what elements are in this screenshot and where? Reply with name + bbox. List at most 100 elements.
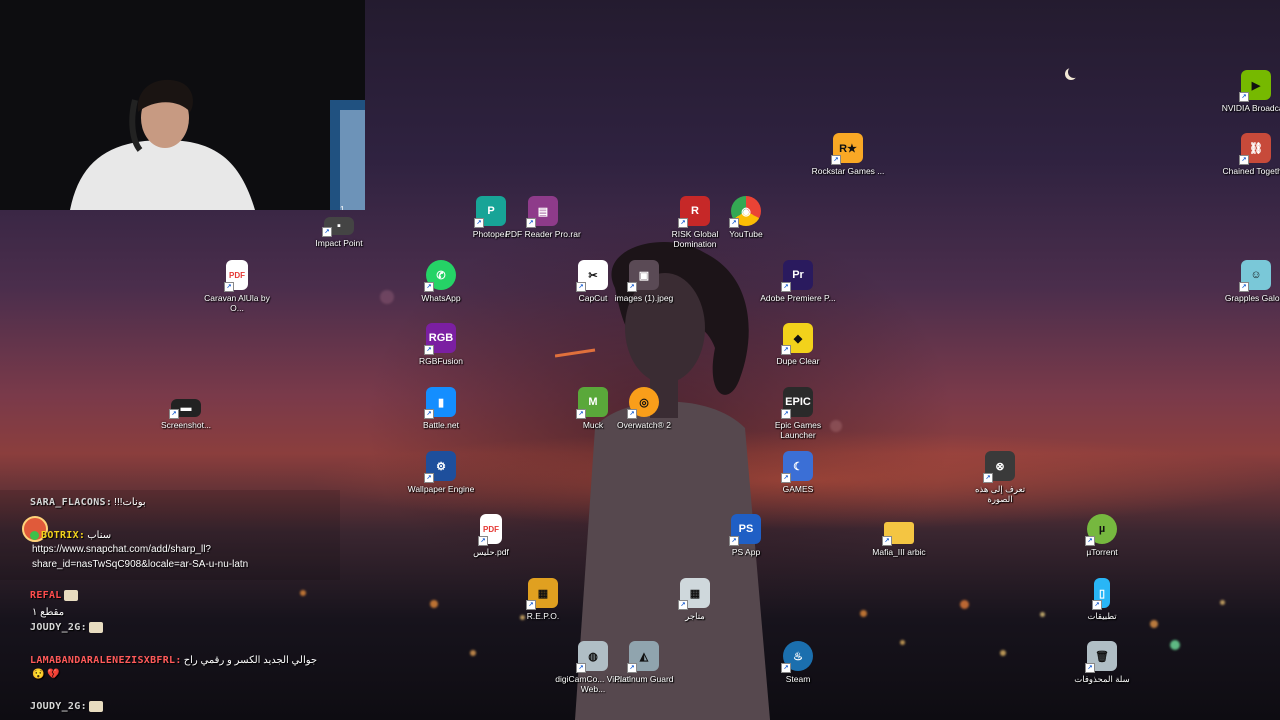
desktop-shortcut[interactable]: ⚙ ↗ Wallpaper Engine: [403, 451, 479, 494]
battlenet-icon: ▮ ↗: [424, 387, 456, 419]
desktop-shortcut[interactable]: R★ ↗ Rockstar Games ...: [810, 133, 886, 176]
shortcut-arrow-icon: ↗: [224, 282, 234, 292]
chat-message: BOTRIX: سناب: [30, 529, 111, 542]
learn-about-picture-icon: ⊗ ↗: [983, 451, 1015, 483]
desktop-shortcut[interactable]: ▣ ↗ images (1).jpeg: [606, 260, 682, 303]
chat-message: JOUDY_2G:: [30, 700, 103, 713]
chat-username[interactable]: REFAL: [30, 590, 62, 601]
chat-text: https://www.snapchat.com/add/sharp_ll?: [32, 544, 211, 555]
shortcut-arrow-icon: ↗: [576, 663, 586, 673]
shortcut-arrow-icon: ↗: [1085, 663, 1095, 673]
desktop-shortcut-label: Wallpaper Engine: [407, 484, 475, 494]
desktop[interactable]: ▶↗NVIDIA Broadcast ⛓↗Chained Together ☺↗Gr…: [0, 0, 1280, 720]
dupe-clear-icon: ◆ ↗: [781, 323, 813, 355]
desktop-shortcut[interactable]: µ ↗ µTorrent: [1064, 514, 1140, 557]
recycle-bin-icon: 🗑 ↗: [1085, 641, 1117, 673]
bokeh-light: [960, 600, 969, 609]
desktop-shortcut[interactable]: ✆ ↗ WhatsApp: [403, 260, 479, 303]
desktop-shortcut[interactable]: PDF ↗ حليس.pdf: [453, 514, 529, 557]
desktop-shortcut[interactable]: ▦ ↗ متاجر: [657, 578, 733, 621]
bokeh-light: [1170, 640, 1180, 650]
chat-username[interactable]: LAMABANDARALENEZISXBFRL:: [30, 655, 182, 666]
shortcut-arrow-icon: ↗: [831, 155, 841, 165]
desktop-shortcut-label: Caravan AlUla by O...: [204, 293, 270, 313]
desktop-shortcut-label: Screenshot...: [160, 420, 212, 430]
shortcut-arrow-icon: ↗: [983, 473, 993, 483]
desktop-shortcut[interactable]: ▤ ↗ PDF Reader Pro.rar: [505, 196, 581, 239]
chat-text: !!!بونات: [114, 497, 146, 508]
desktop-shortcut[interactable]: PDF ↗ Caravan AlUla by O...: [199, 260, 275, 313]
desktop-shortcut[interactable]: ♨ ↗ Steam: [760, 641, 836, 684]
desktop-shortcut[interactable]: ◉ ↗ YouTube: [708, 196, 784, 239]
stores-icon: ▦ ↗: [678, 578, 710, 610]
desktop-shortcut[interactable]: ▪ ↗ Impact Point: [301, 205, 377, 248]
desktop-shortcut[interactable]: ⊗ ↗ تعرف إلى هذه الصورة: [962, 451, 1038, 504]
desktop-shortcut[interactable]: RGB ↗ RGBFusion: [403, 323, 479, 366]
shortcut-arrow-icon: ↗: [474, 218, 484, 228]
chat-text: 😯 💔: [32, 669, 60, 680]
shortcut-arrow-icon: ↗: [781, 409, 791, 419]
shortcut-arrow-icon: ↗: [678, 600, 688, 610]
chat-message: share_id=nasTwSqC908&locale=ar-SA-u-nu-l…: [30, 558, 248, 571]
chat-emote-icon: [63, 589, 78, 601]
desktop-shortcut[interactable]: ◭ ↗ Platinum Guard: [606, 641, 682, 684]
desktop-shortcut-label: WhatsApp: [421, 293, 461, 303]
desktop-shortcut-label: R.E.P.O.: [526, 611, 560, 621]
chrome-icon: ◉ ↗: [729, 196, 761, 228]
desktop-shortcut[interactable]: ⛓↗Chained Together: [1218, 133, 1280, 176]
desktop-shortcut[interactable]: ▶↗NVIDIA Broadcast: [1218, 70, 1280, 113]
bokeh-light: [1000, 650, 1006, 656]
desktop-shortcut[interactable]: 🗑 ↗ سلة المحذوفات: [1064, 641, 1140, 684]
shortcut-arrow-icon: ↗: [781, 663, 791, 673]
chat-message: REFAL: [30, 589, 78, 602]
desktop-shortcut-label: Dupe Clear: [776, 356, 820, 366]
desktop-shortcut-label: Platinum Guard: [614, 674, 674, 684]
shortcut-arrow-icon: ↗: [424, 282, 434, 292]
muck-icon: M ↗: [576, 387, 608, 419]
stream-chat: SARA_FLACONS: !!!بونات BOTRIX: سناب https://…: [0, 490, 340, 720]
pdf-file-icon: PDF ↗: [478, 514, 502, 546]
webcam-overlay: 1: [0, 0, 365, 210]
desktop-shortcut[interactable]: ▦ ↗ R.E.P.O.: [505, 578, 581, 621]
desktop-shortcut[interactable]: ▮ ↗ Battle.net: [403, 387, 479, 430]
rgbfusion-icon: RGB ↗: [424, 323, 456, 355]
chat-message: https://www.snapchat.com/add/sharp_ll?: [30, 543, 211, 556]
desktop-shortcut-label: Mafia_III arbic: [872, 547, 926, 557]
shortcut-arrow-icon: ↗: [729, 218, 739, 228]
desktop-shortcut[interactable]: EPIC ↗ Epic Games Launcher: [760, 387, 836, 440]
desktop-shortcut-label: Rockstar Games ...: [811, 166, 885, 176]
shortcut-arrow-icon: ↗: [322, 227, 332, 237]
shortcut-arrow-icon: ↗: [627, 409, 637, 419]
overwatch-icon: ◎ ↗: [627, 387, 659, 419]
desktop-shortcut[interactable]: ◆ ↗ Dupe Clear: [760, 323, 836, 366]
wallpaper-engine-icon: ⚙ ↗: [424, 451, 456, 483]
bokeh-light: [1040, 612, 1045, 617]
desktop-shortcut[interactable]: ▯ ↗ تطبيقات: [1064, 578, 1140, 621]
webcam-corner-badge: 1: [340, 205, 345, 210]
chat-message: SARA_FLACONS: !!!بونات: [30, 496, 146, 509]
photopea-icon: P ↗: [474, 196, 506, 228]
desktop-shortcut-label: Chained Together: [1222, 166, 1280, 176]
desktop-shortcut[interactable]: ☾ ↗ GAMES: [760, 451, 836, 494]
platinum-guard-icon: ◭ ↗: [627, 641, 659, 673]
desktop-shortcut[interactable]: ↗ Mafia_III arbic: [861, 514, 937, 557]
desktop-shortcut[interactable]: Pr ↗ Adobe Premiere P...: [760, 260, 836, 303]
chat-username[interactable]: JOUDY_2G:: [30, 622, 87, 633]
grapples-galore-icon: ☺ ↗: [1239, 260, 1271, 292]
desktop-shortcut-label: GAMES: [782, 484, 814, 494]
desktop-shortcut[interactable]: ☺↗Grapples Galore: [1218, 260, 1280, 303]
desktop-shortcut-label: Battle.net: [423, 420, 459, 430]
epic-games-icon: EPIC ↗: [781, 387, 813, 419]
desktop-shortcut[interactable]: PS ↗ PS App: [708, 514, 784, 557]
shortcut-arrow-icon: ↗: [526, 218, 536, 228]
desktop-shortcut[interactable]: ▬ ↗ Screenshot...: [148, 387, 224, 430]
desktop-shortcut-label: Grapples Galore: [1224, 293, 1280, 303]
shortcut-arrow-icon: ↗: [781, 345, 791, 355]
utorrent-icon: µ ↗: [1085, 514, 1117, 546]
desktop-shortcut-label: YouTube: [729, 229, 763, 239]
desktop-shortcut[interactable]: ◎ ↗ Overwatch® 2: [606, 387, 682, 430]
chat-username[interactable]: JOUDY_2G:: [30, 701, 87, 712]
chat-message: 😯 💔: [30, 668, 60, 681]
chat-username[interactable]: BOTRIX:: [41, 530, 85, 541]
chat-username[interactable]: SARA_FLACONS:: [30, 497, 112, 508]
